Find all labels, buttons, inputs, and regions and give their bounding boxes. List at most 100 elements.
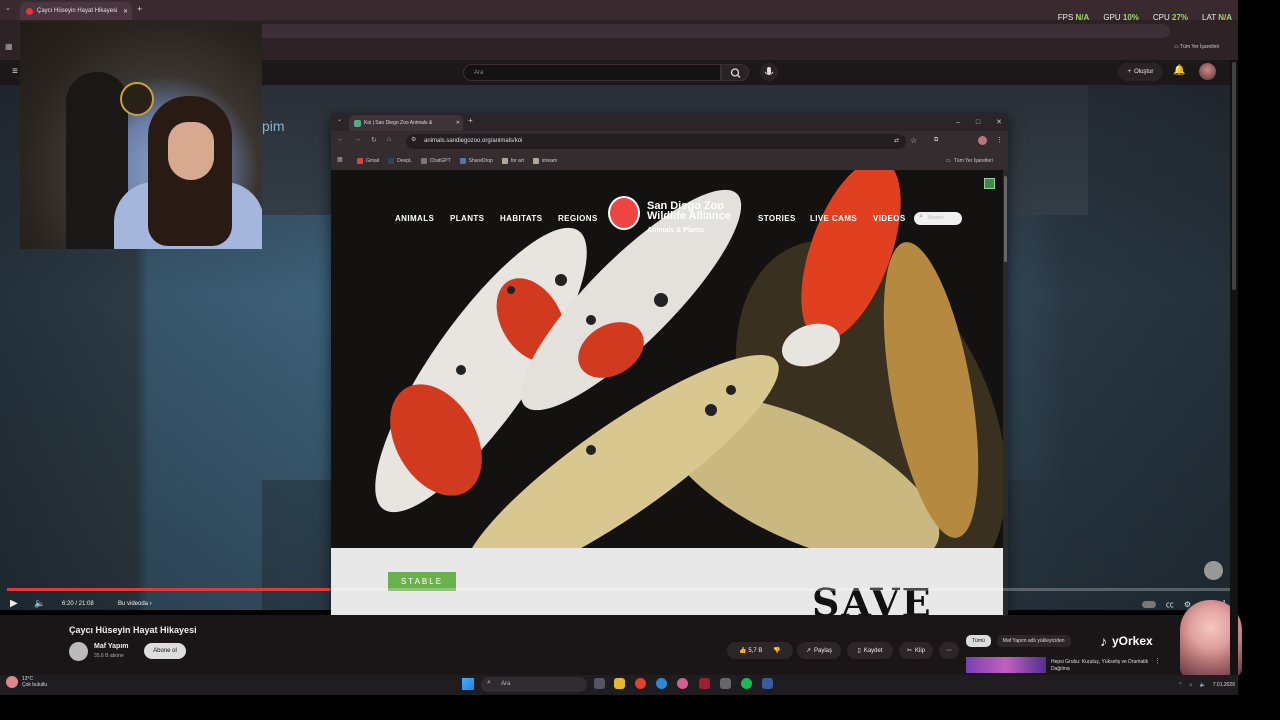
apps-grid-icon[interactable]: ▦ bbox=[5, 42, 13, 51]
nav-habitats[interactable]: HABITATS bbox=[500, 214, 542, 223]
minimize-icon[interactable]: – bbox=[956, 119, 960, 126]
volume-icon[interactable]: 🔈 bbox=[34, 598, 45, 609]
home-icon[interactable]: ⌂ bbox=[387, 136, 391, 144]
chapter-label[interactable]: Bu videoda › bbox=[118, 601, 152, 607]
youtube-icon bbox=[26, 7, 33, 15]
network-icon[interactable]: ⌂ bbox=[1189, 682, 1192, 688]
zoo-search-input[interactable]: ⌕ Search bbox=[914, 212, 962, 225]
search-button[interactable] bbox=[721, 64, 749, 81]
bookmark-star-icon[interactable]: ☆ bbox=[910, 136, 917, 145]
tab-menu-icon[interactable]: ⌄ bbox=[5, 4, 11, 12]
menu-dots-icon[interactable]: ⋮ bbox=[996, 136, 1003, 144]
hamburger-menu-icon[interactable]: ≡ bbox=[12, 66, 18, 77]
rec-more-icon[interactable]: ⋮ bbox=[1154, 657, 1161, 665]
profile-icon[interactable] bbox=[978, 136, 987, 145]
outer-tab-youtube[interactable]: Çaycı Hüseyin Hayat Hikayesi ✕ bbox=[20, 2, 132, 20]
taskbar-search[interactable]: Ara bbox=[481, 677, 587, 692]
bookmark-folder-art[interactable]: for art bbox=[501, 158, 524, 164]
search-icon: ⌕ bbox=[487, 679, 491, 686]
sharedrop-icon bbox=[459, 158, 466, 164]
channel-name[interactable]: Maf Yapım bbox=[94, 643, 129, 650]
browser-app-icon[interactable] bbox=[677, 678, 688, 689]
app-icon[interactable] bbox=[762, 678, 773, 689]
bookmark-chatgpt[interactable]: ChatGPT bbox=[420, 158, 451, 164]
filter-all[interactable]: Tümü bbox=[966, 635, 991, 647]
zoo-logo-icon[interactable] bbox=[608, 196, 640, 230]
page-scroll-thumb[interactable] bbox=[1232, 62, 1236, 290]
channel-avatar[interactable] bbox=[69, 642, 88, 661]
zoo-logo-title[interactable]: San Diego Zoo Wildlife Alliance bbox=[647, 201, 731, 222]
nav-live-cams[interactable]: LIVE CAMS bbox=[810, 214, 857, 223]
deepl-icon bbox=[388, 158, 395, 164]
nav-buttons: ← → ↻ ⌂ bbox=[337, 136, 391, 144]
task-view-icon[interactable] bbox=[594, 678, 605, 689]
scissors-icon: ✂ bbox=[906, 648, 912, 654]
captions-icon[interactable]: ㏄ bbox=[1166, 599, 1174, 610]
bookmark-sharedrop[interactable]: ShareDrop bbox=[459, 158, 493, 164]
nav-stories[interactable]: STORIES bbox=[758, 214, 796, 223]
nav-plants[interactable]: PLANTS bbox=[450, 214, 484, 223]
opera-icon[interactable] bbox=[699, 678, 710, 689]
translate-icon[interactable]: ⇄ bbox=[894, 137, 899, 144]
site-info-icon[interactable]: ⚙ bbox=[411, 136, 416, 143]
popup-all-bookmarks[interactable]: ▭ Tüm Yer İşaretleri bbox=[946, 152, 1006, 170]
more-actions-button[interactable]: ⋯ bbox=[939, 642, 959, 659]
maximize-icon[interactable]: □ bbox=[976, 119, 980, 126]
extension-badge-icon[interactable] bbox=[984, 178, 995, 189]
close-window-icon[interactable]: ✕ bbox=[996, 118, 1002, 126]
bookmark-deepl[interactable]: DeepL bbox=[388, 158, 412, 164]
bookmark-folder-stream[interactable]: stream bbox=[532, 158, 557, 164]
mic-icon[interactable] bbox=[760, 63, 778, 81]
bookmark-gmail[interactable]: Gmail bbox=[357, 158, 379, 164]
recommended-thumbnail[interactable] bbox=[966, 657, 1046, 673]
create-button[interactable]: + Oluştur bbox=[1118, 63, 1163, 81]
app-icon[interactable] bbox=[720, 678, 731, 689]
zoo-url-field[interactable]: animals.sandiegozoo.org/animals/koi bbox=[406, 134, 906, 149]
zoo-favicon-icon bbox=[354, 119, 361, 127]
like-button[interactable]: 👍 5,7 B bbox=[739, 647, 762, 654]
notifications-bell-icon[interactable]: 🔔 bbox=[1173, 65, 1185, 76]
popup-tab-menu-icon[interactable]: ⌄ bbox=[337, 116, 342, 123]
floating-button[interactable] bbox=[1204, 561, 1223, 580]
share-button[interactable]: ↗ Paylaş bbox=[797, 642, 841, 659]
new-tab-icon[interactable]: + bbox=[137, 4, 142, 14]
zoo-logo-subtitle: Animals & Plants bbox=[647, 227, 705, 234]
plus-icon: + bbox=[1127, 69, 1132, 75]
outer-all-bookmarks[interactable]: ▭ Tüm Yer İşaretleri bbox=[1174, 44, 1219, 50]
chrome-icon[interactable] bbox=[635, 678, 646, 689]
close-tab-icon[interactable]: ✕ bbox=[456, 120, 460, 126]
close-tab-icon[interactable]: ✕ bbox=[123, 8, 128, 15]
user-avatar[interactable] bbox=[1199, 63, 1216, 80]
nav-animals[interactable]: ANIMALS bbox=[395, 214, 434, 223]
save-button[interactable]: ▯ Kaydet bbox=[847, 642, 893, 659]
recommended-title[interactable]: Hepsi Grubu: Kuruluş, Yükseliş ve Dramat… bbox=[1051, 659, 1151, 673]
weather-widget[interactable]: 13°C Çok bulutlu bbox=[6, 676, 47, 688]
reload-icon[interactable]: ↻ bbox=[371, 136, 377, 144]
nav-videos[interactable]: VIDEOS bbox=[873, 214, 906, 223]
back-icon[interactable]: ← bbox=[337, 136, 344, 144]
subscribe-button[interactable]: Abone ol bbox=[144, 643, 186, 659]
start-button[interactable] bbox=[462, 678, 474, 690]
speaker-icon[interactable]: 🔈 bbox=[1200, 682, 1206, 688]
forward-icon[interactable]: → bbox=[354, 136, 361, 144]
nav-regions[interactable]: REGIONS bbox=[558, 214, 598, 223]
popup-scroll-thumb[interactable] bbox=[1004, 176, 1007, 262]
clock-date[interactable]: 7.01.2026 bbox=[1213, 682, 1235, 688]
autoplay-toggle[interactable] bbox=[1141, 600, 1156, 608]
tray-chevron-icon[interactable]: ⌃ bbox=[1178, 682, 1182, 688]
edge-icon[interactable] bbox=[656, 678, 667, 689]
clip-button[interactable]: ✂ Klip bbox=[899, 642, 933, 659]
play-icon[interactable]: ▶ bbox=[10, 598, 18, 609]
youtube-search-input[interactable]: Ara bbox=[463, 64, 721, 81]
new-tab-icon[interactable]: + bbox=[468, 116, 473, 125]
video-overlay-text: pim bbox=[262, 118, 285, 134]
spotify-icon[interactable] bbox=[741, 678, 752, 689]
zoo-tab[interactable]: Koi | San Diego Zoo Animals & ✕ bbox=[349, 115, 463, 131]
dislike-button[interactable]: 👎 bbox=[773, 647, 780, 654]
zoo-tab-title: Koi | San Diego Zoo Animals & bbox=[364, 120, 433, 126]
more-dots-icon: ⋯ bbox=[946, 648, 952, 654]
bookmarks-apps-icon[interactable]: ▦ bbox=[337, 156, 343, 163]
file-explorer-icon[interactable] bbox=[614, 678, 625, 689]
extensions-icon[interactable]: ⧉ bbox=[934, 137, 938, 144]
filter-uploader[interactable]: Maf Yapım adlı yükleyiciden bbox=[996, 635, 1071, 647]
